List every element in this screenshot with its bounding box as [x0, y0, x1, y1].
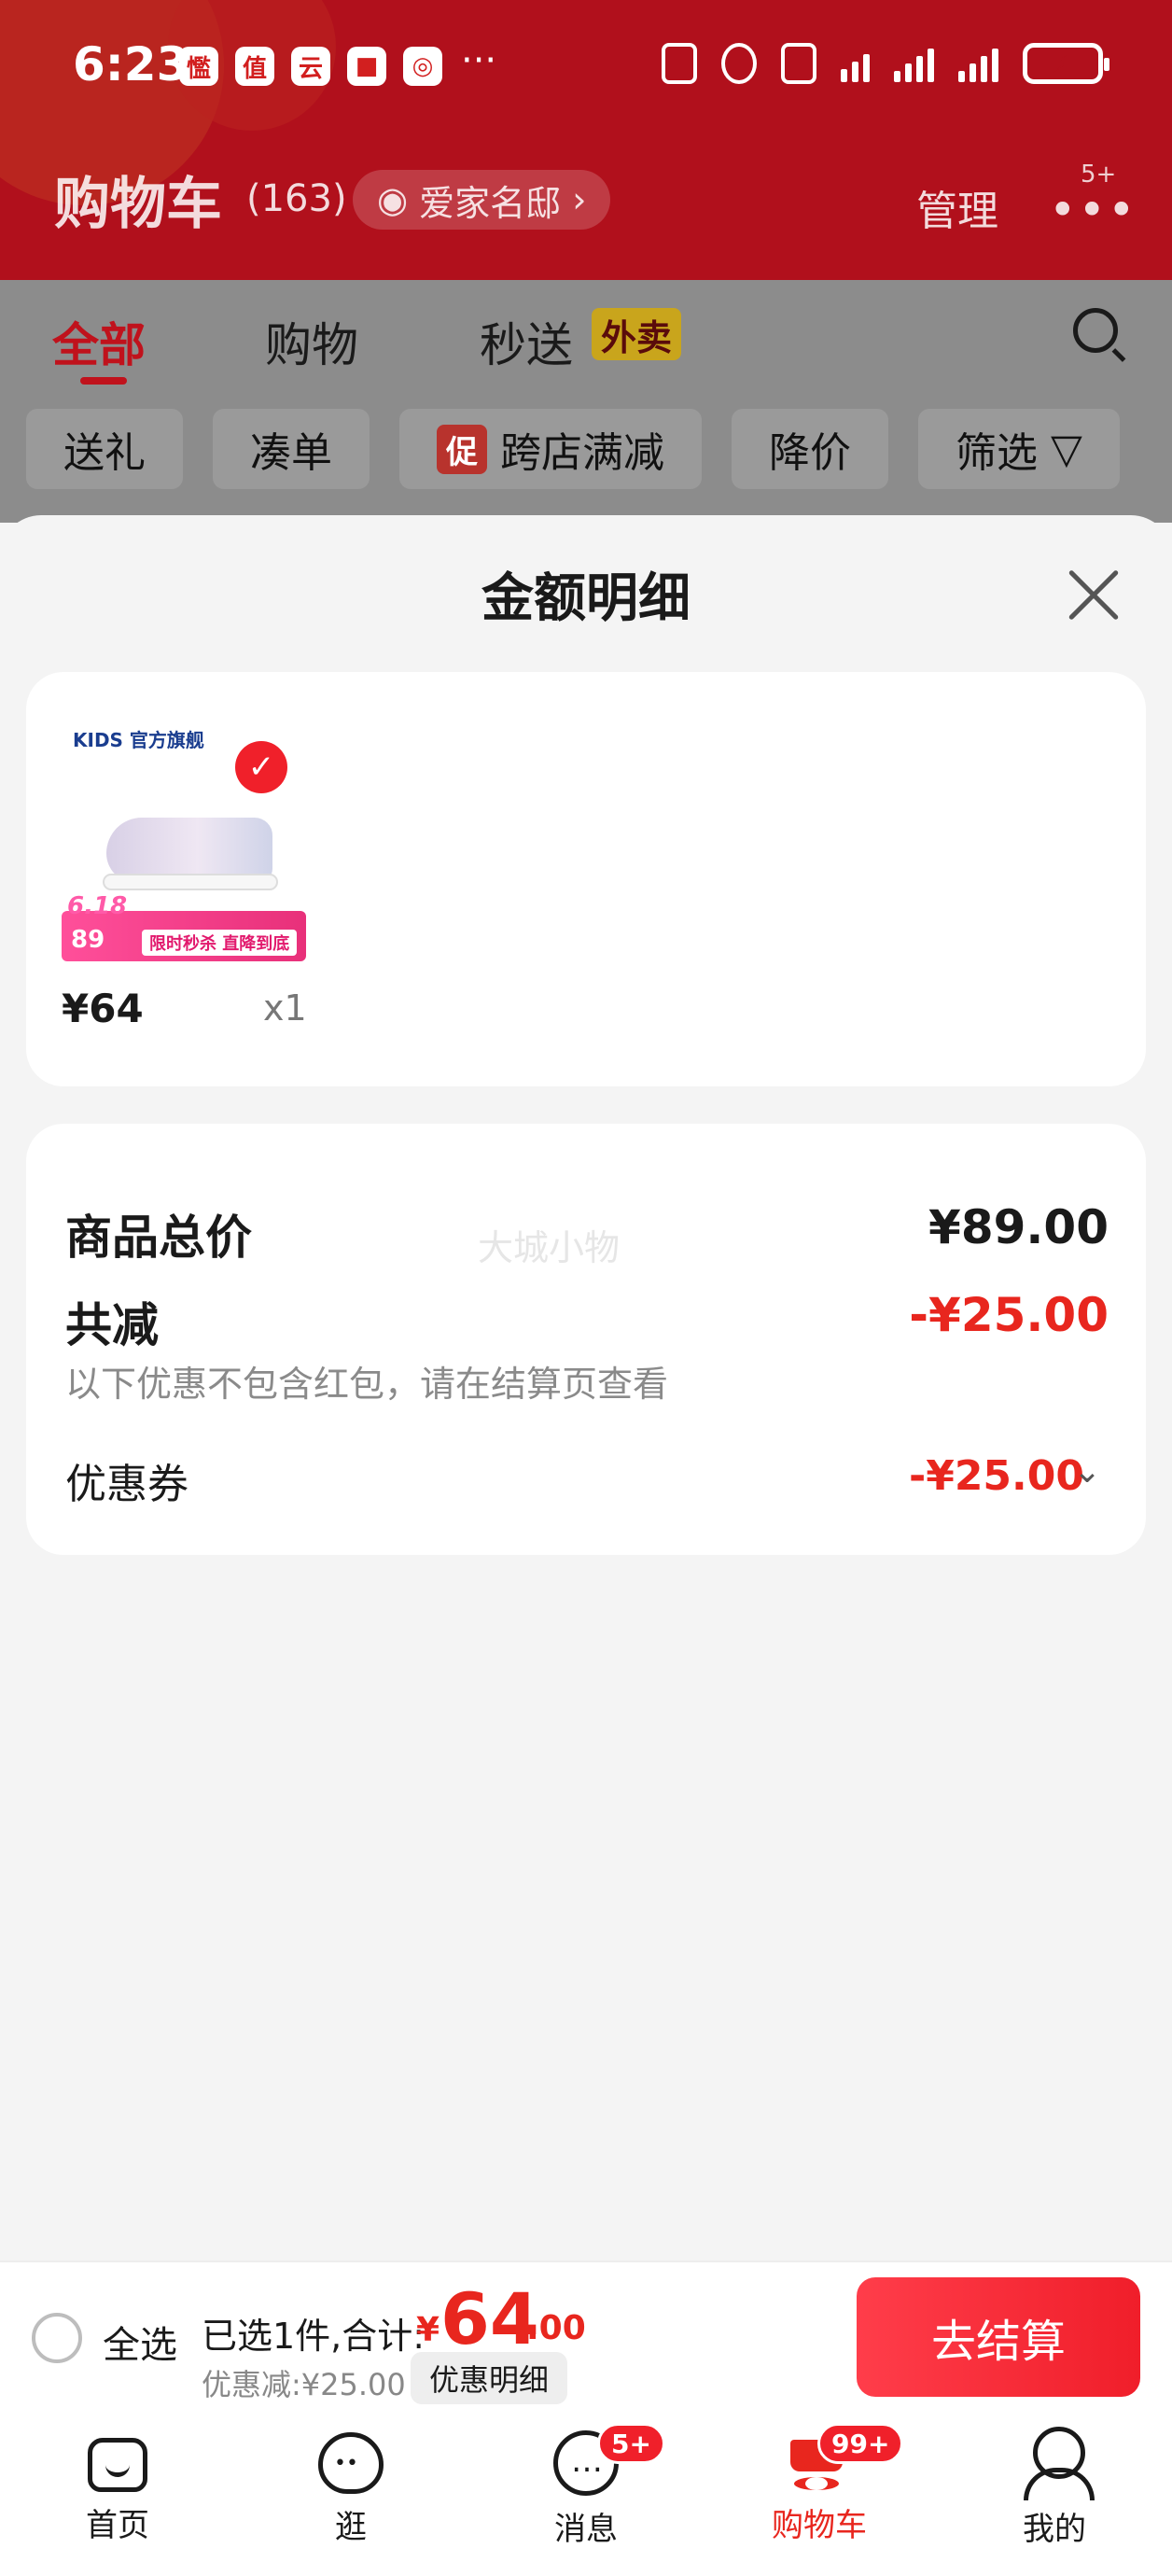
filter-chips: 送礼 凑单 促跨店满减 降价 筛选 ▽: [26, 409, 1120, 489]
item-selected-check-icon[interactable]: ✓: [235, 741, 287, 793]
signal-icon: [894, 45, 934, 82]
signal-icon: [958, 45, 998, 82]
selected-summary: 已选1件,合计:: [202, 2316, 426, 2357]
nav-label: 我的: [1023, 2511, 1086, 2548]
chip-filter[interactable]: 筛选 ▽: [918, 409, 1120, 489]
nav-label: 购物车: [772, 2507, 867, 2544]
app-notification-icon: 值: [235, 47, 274, 86]
promo-618-badge: 6.18: [67, 892, 128, 920]
nav-label: 首页: [86, 2507, 149, 2544]
status-time: 6:23: [73, 37, 189, 91]
total-reduction-value: -¥25.00: [909, 1288, 1109, 1342]
item-price: ¥64: [62, 986, 144, 1031]
app-notification-icon: 云: [291, 47, 330, 86]
takeout-badge: 外卖: [592, 308, 682, 360]
total-amount-decimal: .00: [526, 2309, 586, 2347]
status-bar: 6:23 懢 值 云 ■ ◎ ··· ⚡: [0, 0, 1172, 131]
chip-label: 凑单: [250, 429, 332, 477]
nfc-icon: [662, 43, 697, 84]
store-name: 爱家名邸: [419, 182, 562, 224]
chip-label: 筛选: [956, 429, 1038, 477]
page-title: 购物车: [54, 172, 222, 237]
coupon-label: 优惠券: [65, 1461, 188, 1508]
chip-combine-order[interactable]: 凑单: [213, 409, 370, 489]
nav-browse[interactable]: 逛: [276, 2427, 426, 2547]
total-amount-integer: 64: [440, 2277, 539, 2360]
system-icons: ⚡: [662, 43, 1109, 84]
nav-home[interactable]: 首页: [43, 2427, 192, 2545]
filter-icon: ▽: [1051, 425, 1082, 473]
chip-gift[interactable]: 送礼: [26, 409, 183, 489]
store-selector[interactable]: ◉ 爱家名邸 ›: [353, 170, 611, 230]
sheet-title: 金额明细: [481, 568, 691, 629]
browse-icon: [318, 2432, 384, 2494]
nav-label: 消息: [554, 2511, 618, 2548]
active-tab-indicator: [80, 377, 127, 385]
reduction-note: 以下优惠不包含红包，请在结算页查看: [65, 1364, 669, 1405]
cart-count: (163): [246, 177, 347, 220]
discount-amount: 优惠减:¥25.00: [202, 2367, 406, 2402]
close-icon[interactable]: [1064, 566, 1123, 625]
wifi-icon: [841, 45, 870, 82]
select-all-checkbox[interactable]: [32, 2313, 82, 2363]
vibrate-icon: [781, 43, 816, 84]
notification-app-icons: 懢 值 云 ■ ◎: [179, 47, 442, 86]
battery-charging-icon: ⚡: [1023, 43, 1109, 84]
promo-tag: 促: [437, 424, 487, 474]
search-icon[interactable]: [1073, 308, 1118, 353]
more-menu-icon[interactable]: •••: [1049, 183, 1137, 237]
manage-button[interactable]: 管理: [916, 177, 998, 237]
flash-sale-tag: 限时秒杀 直降到底: [142, 930, 298, 956]
checkout-button[interactable]: 去结算: [857, 2277, 1140, 2397]
chevron-right-icon: ›: [572, 179, 587, 220]
more-badge: 5+: [1081, 161, 1117, 189]
brand-logo: KIDS 官方旗舰: [73, 729, 204, 751]
shoe-sole: [103, 874, 278, 890]
app-notification-icon: 懢: [179, 47, 218, 86]
discount-detail-button[interactable]: 优惠明细: [411, 2352, 568, 2404]
tab-all[interactable]: 全部: [52, 308, 146, 375]
total-reduction-label: 共减: [65, 1298, 159, 1352]
chip-label: 跨店满减: [500, 429, 664, 477]
total-price-label: 商品总价: [65, 1211, 252, 1265]
chip-price-drop[interactable]: 降价: [732, 409, 888, 489]
eye-icon: ◉: [377, 179, 409, 220]
chip-cross-store[interactable]: 促跨店满减: [399, 409, 702, 489]
nav-label: 逛: [335, 2509, 367, 2546]
chip-label: 送礼: [63, 429, 146, 477]
chip-label: 降价: [769, 429, 851, 477]
alarm-icon: [721, 43, 757, 84]
coupon-value[interactable]: -¥25.00: [909, 1452, 1084, 1500]
banner-price: 89: [71, 926, 105, 954]
profile-icon: [1022, 2427, 1095, 2500]
more-notifications-icon: ···: [461, 39, 497, 82]
home-icon: [88, 2438, 147, 2492]
cart-tabs: 全部 购物 秒送: [0, 299, 1172, 385]
tab-shopping[interactable]: 购物: [265, 308, 358, 375]
app-notification-icon: ◎: [403, 47, 442, 86]
tab-instant-delivery[interactable]: 秒送: [480, 308, 573, 375]
nav-me[interactable]: 我的: [980, 2427, 1129, 2549]
chevron-down-icon[interactable]: ⌄: [1073, 1452, 1101, 1491]
watermark: 大城小物: [478, 1227, 621, 1268]
cart-badge: 99+: [817, 2423, 904, 2464]
total-price-value: ¥89.00: [928, 1200, 1109, 1254]
total-currency: ¥: [416, 2311, 440, 2349]
select-all-label[interactable]: 全选: [103, 2315, 177, 2369]
app-notification-icon: ■: [347, 47, 386, 86]
item-quantity: x1: [263, 987, 307, 1029]
messages-badge: 5+: [597, 2423, 665, 2464]
